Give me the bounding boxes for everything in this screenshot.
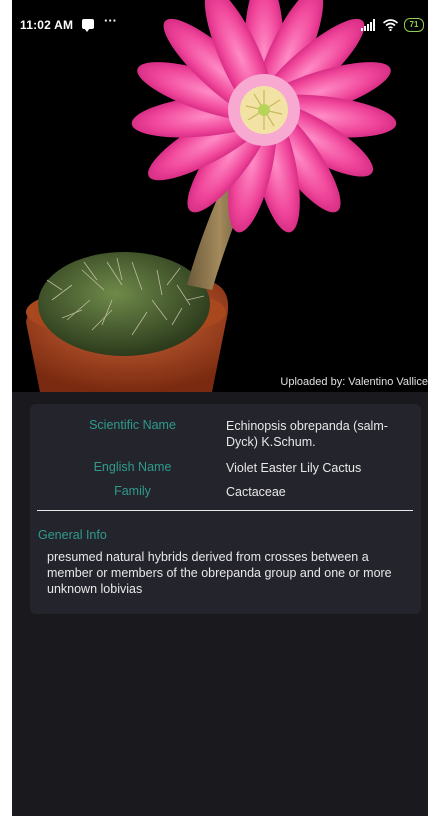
upload-credit: Uploaded by: Valentino Vallice <box>280 376 428 388</box>
signal-icon <box>361 19 375 31</box>
english-name-value: Violet Easter Lily Cactus <box>226 461 362 475</box>
plant-photo: Uploaded by: Valentino Vallice <box>12 0 428 392</box>
system-icons: 71 <box>361 18 424 32</box>
cactus-flower-image <box>12 0 428 392</box>
plant-info-card: Scientific Name Echinopsis obrepanda (sa… <box>30 404 421 614</box>
message-icon <box>82 19 94 32</box>
wifi-icon <box>383 19 398 31</box>
battery-icon: 71 <box>404 18 424 32</box>
family-value: Cactaceae <box>226 485 286 499</box>
status-bar: 11:02 AM ··· 71 <box>12 0 428 34</box>
scientific-name-label: Scientific Name <box>89 418 176 432</box>
english-name-label: English Name <box>93 460 172 474</box>
plant-detail-screen: Uploaded by: Valentino Vallice 11:02 AM … <box>12 0 428 816</box>
general-info-text: presumed natural hybrids derived from cr… <box>47 550 392 596</box>
section-divider <box>37 510 413 511</box>
scientific-name-value: Echinopsis obrepanda (salm-Dyck) K.Schum… <box>226 419 388 449</box>
status-time: 11:02 AM <box>20 18 74 32</box>
family-label: Family <box>114 484 151 498</box>
general-info-heading: General Info <box>38 528 107 542</box>
more-notifications-icon: ··· <box>104 13 117 28</box>
